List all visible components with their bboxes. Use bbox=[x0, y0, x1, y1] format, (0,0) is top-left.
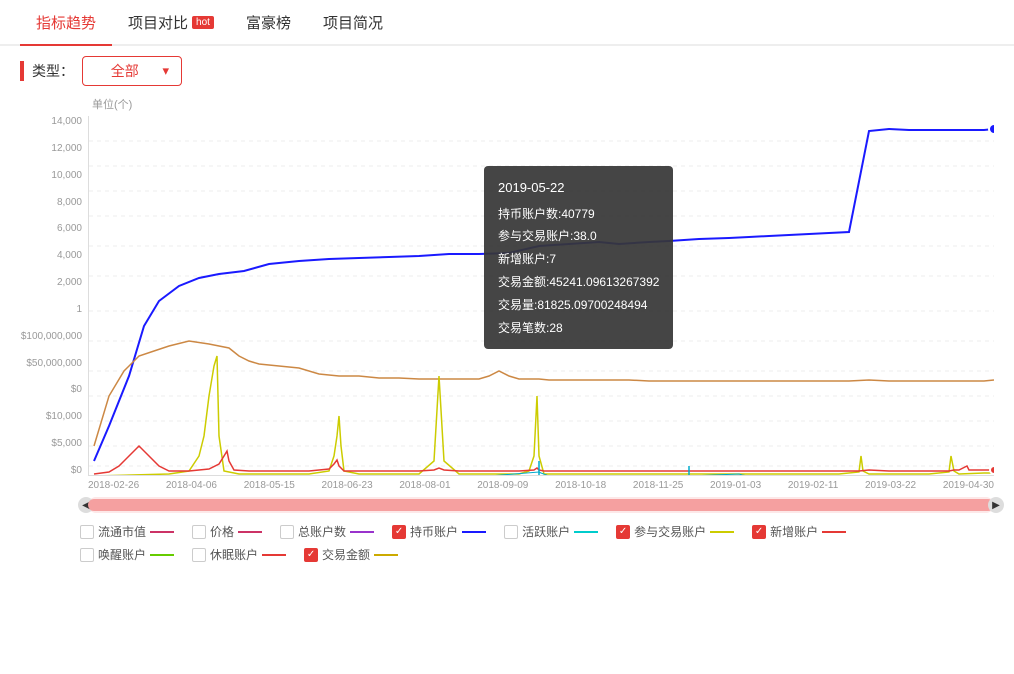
y-axis: 14,000 12,000 10,000 8,000 6,000 4,000 2… bbox=[20, 116, 88, 476]
legend-line-new-accounts bbox=[822, 531, 846, 533]
nav-item-trend[interactable]: 指标趋势 bbox=[20, 0, 112, 46]
type-value: 全部 bbox=[95, 61, 154, 81]
filter-row: 类型： 全部 ▾ bbox=[0, 46, 1014, 96]
scroll-right-btn[interactable]: ▶ bbox=[988, 497, 1004, 513]
legend-item-coin-holders: ✓ 持币账户 bbox=[392, 523, 486, 540]
legend-checkbox-market-cap[interactable] bbox=[80, 525, 94, 539]
nav-badge-hot: hot bbox=[192, 16, 214, 29]
tooltip-tx-volume: 交易量:81825.09700248494 bbox=[498, 294, 659, 317]
tooltip-coin-holders: 持币账户数:40779 bbox=[498, 203, 659, 226]
tooltip-tx-amount: 交易金额:45241.09613267392 bbox=[498, 271, 659, 294]
legend-area: 流通市值 价格 总账户数 ✓ 持币账户 活跃账户 ✓ bbox=[0, 517, 1014, 569]
legend-checkbox-dormant-accounts[interactable] bbox=[192, 548, 206, 562]
legend-checkbox-price[interactable] bbox=[192, 525, 206, 539]
legend-row-1: 流通市值 价格 总账户数 ✓ 持币账户 活跃账户 ✓ bbox=[80, 523, 994, 540]
legend-line-coin-holders bbox=[462, 531, 486, 533]
legend-item-active-accounts: 活跃账户 bbox=[504, 523, 598, 540]
legend-line-dormant-accounts bbox=[262, 554, 286, 556]
legend-item-market-cap: 流通市值 bbox=[80, 523, 174, 540]
legend-line-total-accounts bbox=[350, 531, 374, 533]
tooltip-new-accounts: 新增账户:7 bbox=[498, 248, 659, 271]
type-indicator bbox=[20, 61, 24, 81]
tooltip-date: 2019-05-22 bbox=[498, 176, 659, 201]
legend-item-wake-accounts: 唤醒账户 bbox=[80, 546, 174, 563]
legend-checkbox-tx-amount[interactable]: ✓ bbox=[304, 548, 318, 562]
scroll-thumb[interactable] bbox=[88, 499, 994, 511]
chart-tooltip: 2019-05-22 持币账户数:40779 参与交易账户:38.0 新增账户:… bbox=[484, 166, 673, 349]
legend-item-total-accounts: 总账户数 bbox=[280, 523, 374, 540]
legend-item-dormant-accounts: 休眠账户 bbox=[192, 546, 286, 563]
tooltip-tx-accounts: 参与交易账户:38.0 bbox=[498, 225, 659, 248]
nav-item-compare[interactable]: 项目对比 hot bbox=[112, 0, 230, 45]
legend-checkbox-active-accounts[interactable] bbox=[504, 525, 518, 539]
type-select[interactable]: 全部 ▾ bbox=[82, 56, 182, 86]
filter-label: 类型： bbox=[32, 61, 74, 81]
legend-line-active-accounts bbox=[574, 531, 598, 533]
legend-line-price bbox=[238, 531, 262, 533]
legend-line-tx-amount bbox=[374, 554, 398, 556]
legend-line-tx-accounts bbox=[710, 531, 734, 533]
y-axis-label: 单位(个) bbox=[92, 96, 994, 112]
scrollbar-container: ◀ ▶ bbox=[88, 497, 994, 513]
nav-item-summary[interactable]: 项目简况 bbox=[307, 0, 399, 45]
legend-line-wake-accounts bbox=[150, 554, 174, 556]
x-axis: 2018-02-26 2018-04-06 2018-05-15 2018-06… bbox=[88, 476, 994, 493]
legend-item-new-accounts: ✓ 新增账户 bbox=[752, 523, 846, 540]
legend-row-2: 唤醒账户 休眠账户 ✓ 交易金额 bbox=[80, 546, 994, 563]
legend-checkbox-coin-holders[interactable]: ✓ bbox=[392, 525, 406, 539]
nav-item-rich[interactable]: 富豪榜 bbox=[230, 0, 307, 45]
legend-line-market-cap bbox=[150, 531, 174, 533]
legend-item-price: 价格 bbox=[192, 523, 262, 540]
tooltip-tx-count: 交易笔数:28 bbox=[498, 317, 659, 340]
dropdown-arrow-icon: ▾ bbox=[162, 63, 169, 79]
nav-bar: 指标趋势 项目对比 hot 富豪榜 项目简况 bbox=[0, 0, 1014, 46]
legend-item-tx-amount: ✓ 交易金额 bbox=[304, 546, 398, 563]
legend-checkbox-total-accounts[interactable] bbox=[280, 525, 294, 539]
legend-checkbox-new-accounts[interactable]: ✓ bbox=[752, 525, 766, 539]
chart-canvas[interactable]: 交易量 交易笔数 2019-05-22 持币账户数:40779 参与交易账户:3… bbox=[88, 116, 994, 476]
legend-item-tx-accounts: ✓ 参与交易账户 bbox=[616, 523, 734, 540]
chart-area: 单位(个) 14,000 12,000 10,000 8,000 6,000 4… bbox=[0, 96, 1014, 493]
legend-checkbox-tx-accounts[interactable]: ✓ bbox=[616, 525, 630, 539]
legend-checkbox-wake-accounts[interactable] bbox=[80, 548, 94, 562]
